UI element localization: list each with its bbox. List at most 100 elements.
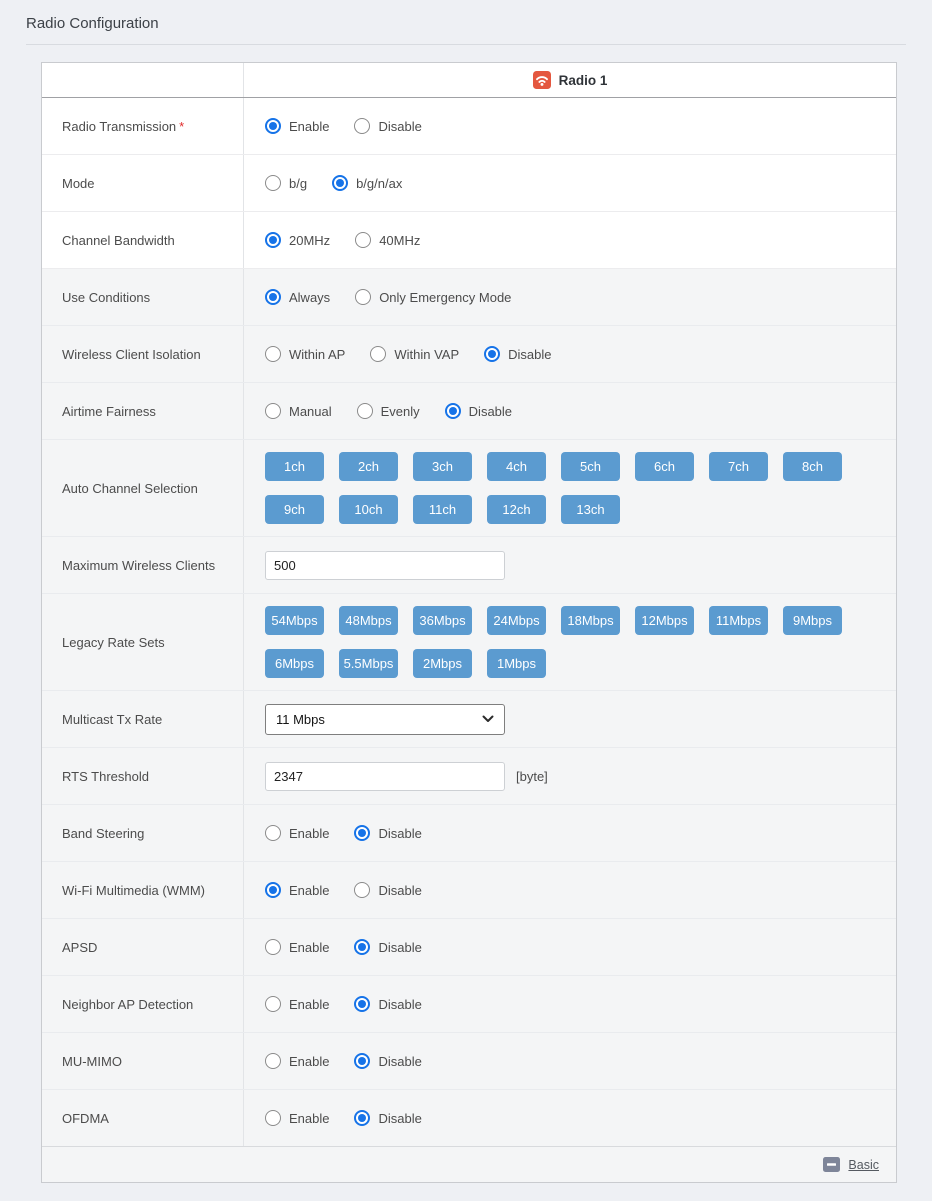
- radio-unselected-icon[interactable]: [265, 825, 281, 841]
- table-row: Wireless Client IsolationWithin APWithin…: [42, 326, 896, 383]
- radio-selected-icon[interactable]: [354, 1110, 370, 1126]
- radio-unselected-icon[interactable]: [265, 175, 281, 191]
- radio-option-evenly[interactable]: Evenly: [357, 403, 420, 419]
- radio-unselected-icon[interactable]: [354, 118, 370, 134]
- radio-option-label: Disable: [378, 826, 421, 841]
- radio-selected-icon[interactable]: [265, 118, 281, 134]
- 11ch-button[interactable]: 11ch: [413, 495, 472, 524]
- 7ch-button[interactable]: 7ch: [709, 452, 768, 481]
- radio-option-b-g-n-ax[interactable]: b/g/n/ax: [332, 175, 402, 191]
- 9mbps-button[interactable]: 9Mbps: [783, 606, 842, 635]
- radio-unselected-icon[interactable]: [265, 939, 281, 955]
- rts-threshold-input[interactable]: [265, 762, 505, 791]
- basic-link[interactable]: Basic: [848, 1158, 879, 1172]
- 1mbps-button[interactable]: 1Mbps: [487, 649, 546, 678]
- 10ch-button[interactable]: 10ch: [339, 495, 398, 524]
- radio-option-enable[interactable]: Enable: [265, 939, 329, 955]
- radio-option-label: Disable: [508, 347, 551, 362]
- radio-selected-icon[interactable]: [445, 403, 461, 419]
- maximum-wireless-clients-input[interactable]: [265, 551, 505, 580]
- table-row: Multicast Tx Rate 11 Mbps: [42, 691, 896, 748]
- radio-option-enable[interactable]: Enable: [265, 1110, 329, 1126]
- row-value-cell: 11 Mbps: [244, 691, 896, 747]
- chevron-down-icon: [482, 715, 494, 723]
- radio-option-enable[interactable]: Enable: [265, 825, 329, 841]
- radio-unselected-icon[interactable]: [265, 346, 281, 362]
- radio-option-enable[interactable]: Enable: [265, 1053, 329, 1069]
- 18mbps-button[interactable]: 18Mbps: [561, 606, 620, 635]
- radio-option-disable[interactable]: Disable: [354, 825, 421, 841]
- radio-option-disable[interactable]: Disable: [354, 1053, 421, 1069]
- radio-selected-icon[interactable]: [354, 939, 370, 955]
- radio-option-b-g[interactable]: b/g: [265, 175, 307, 191]
- row-value-cell: b/g b/g/n/ax: [244, 155, 896, 211]
- radio-unselected-icon[interactable]: [265, 1053, 281, 1069]
- radio-option-disable[interactable]: Disable: [354, 939, 421, 955]
- row-label-cell: Use Conditions: [42, 269, 244, 325]
- radio-option-enable[interactable]: Enable: [265, 118, 329, 134]
- radio-option-disable[interactable]: Disable: [354, 882, 421, 898]
- 24mbps-button[interactable]: 24Mbps: [487, 606, 546, 635]
- radio-unselected-icon[interactable]: [355, 232, 371, 248]
- 5ch-button[interactable]: 5ch: [561, 452, 620, 481]
- radio-unselected-icon[interactable]: [370, 346, 386, 362]
- radio-option-label: Enable: [289, 826, 329, 841]
- row-label-cell: Band Steering: [42, 805, 244, 861]
- radio-unselected-icon[interactable]: [265, 996, 281, 1012]
- radio-option-40mhz[interactable]: 40MHz: [355, 232, 420, 248]
- radio-option-label: Enable: [289, 997, 329, 1012]
- row-label: Multicast Tx Rate: [62, 712, 162, 727]
- minus-icon[interactable]: [823, 1157, 840, 1172]
- 54mbps-button[interactable]: 54Mbps: [265, 606, 324, 635]
- 2mbps-button[interactable]: 2Mbps: [413, 649, 472, 678]
- radio-unselected-icon[interactable]: [265, 1110, 281, 1126]
- 3ch-button[interactable]: 3ch: [413, 452, 472, 481]
- radio-selected-icon[interactable]: [484, 346, 500, 362]
- radio-option-disable[interactable]: Disable: [484, 346, 551, 362]
- 13ch-button[interactable]: 13ch: [561, 495, 620, 524]
- radio-option-disable[interactable]: Disable: [354, 118, 421, 134]
- radio-option-manual[interactable]: Manual: [265, 403, 332, 419]
- table-row: OFDMA Enable Disable: [42, 1090, 896, 1146]
- required-asterisk: *: [179, 119, 184, 134]
- 48mbps-button[interactable]: 48Mbps: [339, 606, 398, 635]
- radio-selected-icon[interactable]: [332, 175, 348, 191]
- radio-unselected-icon[interactable]: [357, 403, 373, 419]
- radio-option-always[interactable]: Always: [265, 289, 330, 305]
- 9ch-button[interactable]: 9ch: [265, 495, 324, 524]
- radio-unselected-icon[interactable]: [355, 289, 371, 305]
- radio-option-disable[interactable]: Disable: [445, 403, 512, 419]
- 6ch-button[interactable]: 6ch: [635, 452, 694, 481]
- 12ch-button[interactable]: 12ch: [487, 495, 546, 524]
- radio-unselected-icon[interactable]: [354, 882, 370, 898]
- radio-option-enable[interactable]: Enable: [265, 882, 329, 898]
- radio-selected-icon[interactable]: [354, 996, 370, 1012]
- 5-5mbps-button[interactable]: 5.5Mbps: [339, 649, 398, 678]
- 36mbps-button[interactable]: 36Mbps: [413, 606, 472, 635]
- radio-group: 20MHz 40MHz: [265, 232, 445, 248]
- radio-option-disable[interactable]: Disable: [354, 1110, 421, 1126]
- 11mbps-button[interactable]: 11Mbps: [709, 606, 768, 635]
- row-label-cell: Channel Bandwidth: [42, 212, 244, 268]
- 12mbps-button[interactable]: 12Mbps: [635, 606, 694, 635]
- radio-option-20mhz[interactable]: 20MHz: [265, 232, 330, 248]
- 2ch-button[interactable]: 2ch: [339, 452, 398, 481]
- 6mbps-button[interactable]: 6Mbps: [265, 649, 324, 678]
- radio-selected-icon[interactable]: [265, 232, 281, 248]
- radio-option-within-ap[interactable]: Within AP: [265, 346, 345, 362]
- radio-option-enable[interactable]: Enable: [265, 996, 329, 1012]
- radio-selected-icon[interactable]: [354, 1053, 370, 1069]
- radio-unselected-icon[interactable]: [265, 403, 281, 419]
- 1ch-button[interactable]: 1ch: [265, 452, 324, 481]
- radio-option-within-vap[interactable]: Within VAP: [370, 346, 459, 362]
- row-label-cell: RTS Threshold: [42, 748, 244, 804]
- radio-option-only-emergency-mode[interactable]: Only Emergency Mode: [355, 289, 511, 305]
- multicast-tx-rate-select[interactable]: 11 Mbps: [265, 704, 505, 735]
- 4ch-button[interactable]: 4ch: [487, 452, 546, 481]
- radio-option-disable[interactable]: Disable: [354, 996, 421, 1012]
- radio-selected-icon[interactable]: [265, 289, 281, 305]
- radio-selected-icon[interactable]: [265, 882, 281, 898]
- row-label: OFDMA: [62, 1111, 109, 1126]
- radio-selected-icon[interactable]: [354, 825, 370, 841]
- 8ch-button[interactable]: 8ch: [783, 452, 842, 481]
